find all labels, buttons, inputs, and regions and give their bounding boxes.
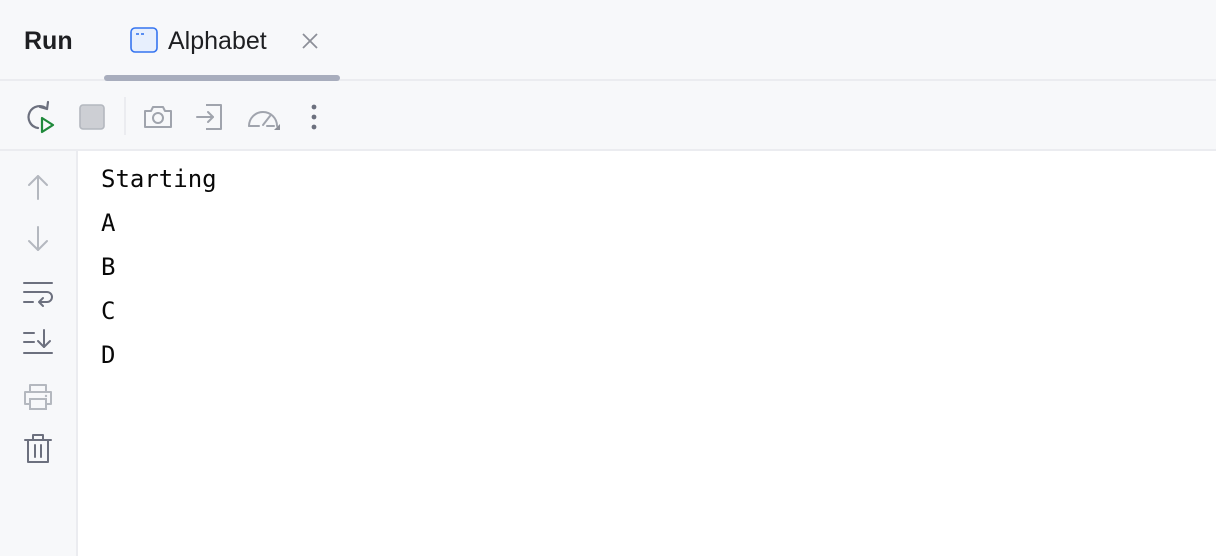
- enter-icon: [196, 104, 222, 130]
- console-line: D: [101, 341, 116, 369]
- console-line: A: [101, 209, 116, 237]
- tool-window-title: Run: [24, 27, 73, 55]
- console-window-icon: [130, 27, 158, 53]
- soft-wrap-button[interactable]: [20, 275, 56, 311]
- console-line: Starting: [101, 165, 217, 193]
- print-button[interactable]: [20, 379, 56, 415]
- more-button[interactable]: [296, 99, 332, 135]
- more-vertical-icon: [311, 104, 317, 130]
- arrow-up-icon: [28, 175, 48, 200]
- stop-icon: [79, 104, 105, 130]
- toolbar-separator: [124, 97, 126, 135]
- soft-wrap-icon: [23, 282, 53, 307]
- tab-alphabet[interactable]: Alphabet: [104, 0, 340, 81]
- speedometer-icon: [248, 111, 280, 130]
- tool-window-header: Run Alphabet: [0, 0, 1216, 81]
- console-output[interactable]: Starting A B C D: [78, 151, 1216, 556]
- clear-all-button[interactable]: [20, 431, 56, 467]
- console-line: C: [101, 297, 116, 325]
- rerun-button[interactable]: [21, 99, 57, 135]
- profiler-button[interactable]: [245, 99, 281, 135]
- close-icon[interactable]: [300, 31, 320, 51]
- stop-button[interactable]: [74, 99, 110, 135]
- scroll-to-end-button[interactable]: [20, 325, 56, 361]
- arrow-down-icon: [28, 226, 48, 251]
- console-line: B: [101, 253, 116, 281]
- camera-icon: [144, 106, 172, 128]
- console-sidebar: [0, 151, 78, 556]
- run-toolbar: [0, 81, 1216, 151]
- down-stack-trace-button[interactable]: [20, 221, 56, 257]
- printer-icon: [24, 384, 52, 410]
- screenshot-button[interactable]: [140, 99, 176, 135]
- rerun-icon: [27, 100, 55, 134]
- trash-icon: [24, 434, 52, 463]
- up-stack-trace-button[interactable]: [20, 169, 56, 205]
- restore-layout-button[interactable]: [192, 99, 228, 135]
- tab-label: Alphabet: [168, 27, 267, 55]
- scroll-to-end-icon: [23, 329, 53, 354]
